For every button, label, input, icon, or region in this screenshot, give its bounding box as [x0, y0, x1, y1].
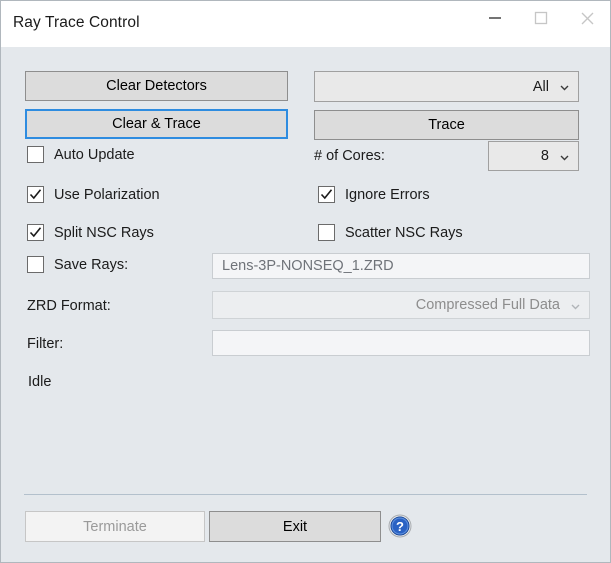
window-controls	[472, 1, 610, 35]
svg-text:?: ?	[396, 519, 404, 534]
zrd-format-label: ZRD Format:	[27, 298, 111, 314]
terminate-button[interactable]: Terminate	[25, 511, 205, 542]
use-polarization-checkbox[interactable]: Use Polarization	[27, 186, 160, 203]
zrd-format-select[interactable]: Compressed Full Data	[212, 291, 590, 319]
save-rays-label: Save Rays:	[54, 256, 129, 273]
minimize-button[interactable]	[472, 1, 518, 35]
checkbox-box	[27, 146, 44, 163]
checkmark-icon	[320, 189, 333, 200]
save-rays-filename-input[interactable]: Lens-3P-NONSEQ_1.ZRD	[212, 253, 590, 279]
auto-update-checkbox[interactable]: Auto Update	[27, 146, 135, 163]
cores-select-value: 8	[540, 148, 549, 164]
clear-and-trace-button[interactable]: Clear & Trace	[25, 109, 288, 139]
checkmark-icon	[29, 189, 42, 200]
checkbox-box	[318, 224, 335, 241]
window-title: Ray Trace Control	[13, 14, 140, 31]
exit-button[interactable]: Exit	[209, 511, 381, 542]
checkbox-box	[27, 256, 44, 273]
chevron-down-icon	[559, 151, 570, 162]
filter-label: Filter:	[27, 336, 64, 352]
cores-label: # of Cores:	[314, 148, 385, 164]
clear-detectors-button[interactable]: Clear Detectors	[25, 71, 288, 101]
save-rays-checkbox[interactable]: Save Rays:	[27, 256, 128, 273]
ignore-errors-label: Ignore Errors	[345, 186, 430, 203]
ignore-errors-checkbox[interactable]: Ignore Errors	[318, 186, 430, 203]
split-nsc-rays-label: Split NSC Rays	[54, 224, 154, 241]
cores-select[interactable]: 8	[488, 141, 579, 171]
checkbox-box	[318, 186, 335, 203]
close-button[interactable]	[564, 1, 610, 35]
help-icon: ?	[388, 514, 412, 538]
source-select[interactable]: All	[314, 71, 579, 102]
checkbox-box	[27, 186, 44, 203]
split-nsc-rays-checkbox[interactable]: Split NSC Rays	[27, 224, 154, 241]
auto-update-label: Auto Update	[54, 146, 135, 163]
maximize-icon	[534, 11, 548, 25]
close-icon	[580, 11, 595, 26]
maximize-button[interactable]	[518, 1, 564, 35]
scatter-nsc-rays-checkbox[interactable]: Scatter NSC Rays	[318, 224, 463, 241]
checkmark-icon	[29, 227, 42, 238]
title-bar: Ray Trace Control	[1, 1, 610, 47]
zrd-format-value: Compressed Full Data	[415, 297, 560, 313]
chevron-down-icon	[570, 300, 581, 311]
trace-button[interactable]: Trace	[314, 110, 579, 140]
checkbox-box	[27, 224, 44, 241]
dialog-body: Clear Detectors All Clear & Trace Trace …	[1, 47, 610, 562]
use-polarization-label: Use Polarization	[54, 186, 160, 203]
filter-input[interactable]	[212, 330, 590, 356]
chevron-down-icon	[559, 81, 570, 92]
status-label: Idle	[28, 374, 52, 390]
footer-separator	[24, 494, 587, 495]
ray-trace-control-window: Ray Trace Control Clear Detectors All Cl…	[0, 0, 611, 563]
scatter-nsc-rays-label: Scatter NSC Rays	[345, 224, 463, 241]
help-button[interactable]: ?	[388, 514, 412, 538]
minimize-icon	[488, 11, 502, 25]
source-select-value: All	[532, 78, 549, 95]
